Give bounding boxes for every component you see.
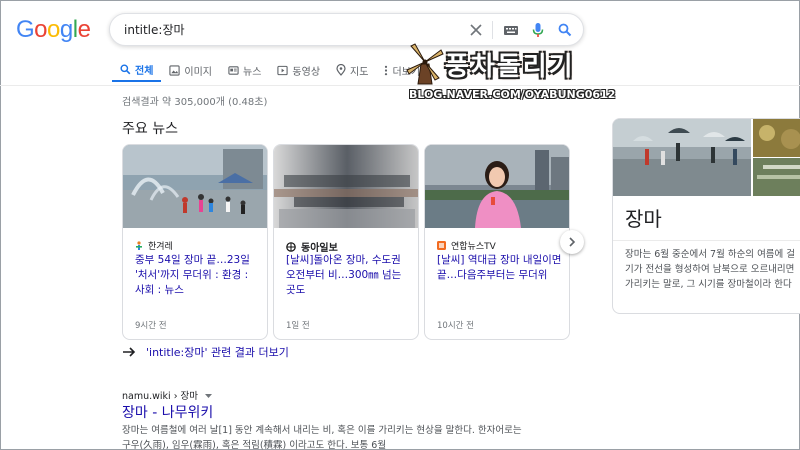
voice-search-button[interactable] [528,20,548,40]
chevron-right-icon [569,237,576,247]
close-icon [470,24,482,36]
news-thumbnail [123,145,267,228]
clear-search-button[interactable] [466,20,486,40]
hankyoreh-logo-icon [136,240,142,250]
news-source-name: 한겨레 [148,242,173,252]
keyboard-icon [504,26,518,35]
logo-letter: g [59,16,73,43]
knowledge-panel: 장마 장마는 6월 중순에서 7월 하순의 여름에 걸 기가 전선을 형성하여 … [612,118,800,314]
result-snippet: 장마는 여름철에 여러 날[1] 동안 계속해서 내리는 비, 혹은 이를 가리… [122,423,542,450]
more-news-link[interactable]: 'intitle:장마' 관련 결과 더보기 [122,344,289,360]
keyboard-button[interactable] [501,20,521,40]
news-source-name: 연합뉴스TV [451,242,496,252]
search-input[interactable] [124,22,444,36]
logo-letter: o [47,16,60,43]
news-card[interactable]: 동아일보 [날씨]돌아온 장마, 수도권 오전부터 비…300㎜ 넘는 곳도 1… [273,144,419,340]
news-source-name: 동아일보 [301,243,338,254]
description-line: 장마는 6월 중순에서 7월 하순의 여름에 걸 [625,249,796,260]
watermark-title: 풍차돌리기 [445,52,575,82]
search-divider [492,21,493,39]
news-headline[interactable]: 중부 54일 장마 끝…23일 '처서'까지 무더위 : 환경 : 사회 : 뉴… [135,253,261,298]
knowledge-panel-title: 장마 [625,207,662,231]
watermark-url: BLOG.NAVER.COM/OYABUNG0612 [409,88,616,101]
news-icon [228,65,239,75]
news-source: 연합뉴스TV [437,239,496,252]
yonhapnews-tv-logo-icon [437,241,446,250]
tab-all[interactable]: 전체 [112,58,162,82]
news-card[interactable]: 한겨레 중부 54일 장마 끝…23일 '처서'까지 무더위 : 환경 : 사회… [122,144,268,340]
microphone-icon [532,23,544,37]
result-url: namu.wiki › 장마 [122,391,199,402]
knowledge-panel-side-image[interactable] [753,119,800,196]
result-title[interactable]: 장마 - 나무위키 [122,402,213,422]
donga-logo-icon [286,241,296,252]
windmill-icon [406,43,444,85]
search-tabs: 전체 이미지 뉴스 동영상 지도 더보기 [112,58,428,84]
carousel-next-button[interactable] [560,230,584,254]
map-pin-icon [336,64,346,76]
tab-label: 지도 [350,66,369,78]
logo-letter: o [34,16,48,43]
result-breadcrumb[interactable]: namu.wiki › 장마 [122,388,213,402]
news-card[interactable]: 연합뉴스TV [날씨] 역대급 장마 내일이면 끝…다음주부터는 무더위 10시… [424,144,570,340]
news-thumbnail [425,145,569,228]
logo-letter: G [16,16,35,43]
tab-label: 뉴스 [243,66,262,78]
top-news-heading: 주요 뉴스 [122,121,178,137]
tab-videos[interactable]: 동영상 [269,58,328,82]
news-time: 1일 전 [286,321,310,331]
video-icon [277,65,289,75]
description-line: 기가 전선을 형성하여 남북으로 오르내리면 [625,264,795,275]
news-source: 한겨레 [135,239,173,252]
knowledge-panel-divider [613,240,800,241]
more-news-label: 'intitle:장마' 관련 결과 더보기 [146,346,289,359]
image-icon [169,64,181,76]
search-button[interactable] [555,20,575,40]
search-icon [558,23,572,37]
tab-label: 이미지 [184,66,213,78]
logo-letter: e [77,16,91,43]
news-headline[interactable]: [날씨]돌아온 장마, 수도권 오전부터 비…300㎜ 넘는 곳도 [286,253,412,298]
tab-maps[interactable]: 지도 [328,58,376,82]
arrow-right-icon [123,347,136,357]
description-line: 가리키는 말로, 그 시기를 장마철이라 한다 [625,279,792,290]
tab-images[interactable]: 이미지 [161,58,220,82]
more-vert-icon [385,65,388,75]
tab-label: 전체 [135,65,154,77]
news-time: 9시간 전 [135,321,167,331]
snippet-line: 구우(久雨), 임우(霖雨), 혹은 적림(積霖) 이라고도 한다. 보통 6월 [122,440,387,450]
tab-label: 동영상 [292,66,321,78]
caret-down-icon [205,394,213,398]
google-logo[interactable]: Google [16,16,91,44]
news-time: 10시간 전 [437,321,474,331]
news-source: 동아일보 [286,239,338,254]
search-icon [120,63,131,74]
news-headline[interactable]: [날씨] 역대급 장마 내일이면 끝…다음주부터는 무더위 [437,253,563,283]
snippet-line: 장마는 여름철에 여러 날[1] 동안 계속해서 내리는 비, 혹은 이를 가리… [122,425,522,436]
result-stats: 검색결과 약 305,000개 (0.48초) [122,97,268,108]
news-thumbnail [274,145,418,228]
watermark: 풍차돌리기 BLOG.NAVER.COM/OYABUNG0612 [405,40,615,110]
knowledge-panel-image[interactable] [613,119,751,196]
tab-news[interactable]: 뉴스 [220,58,269,82]
knowledge-panel-description: 장마는 6월 중순에서 7월 하순의 여름에 걸 기가 전선을 형성하여 남북으… [625,247,800,292]
header-divider [0,85,800,86]
